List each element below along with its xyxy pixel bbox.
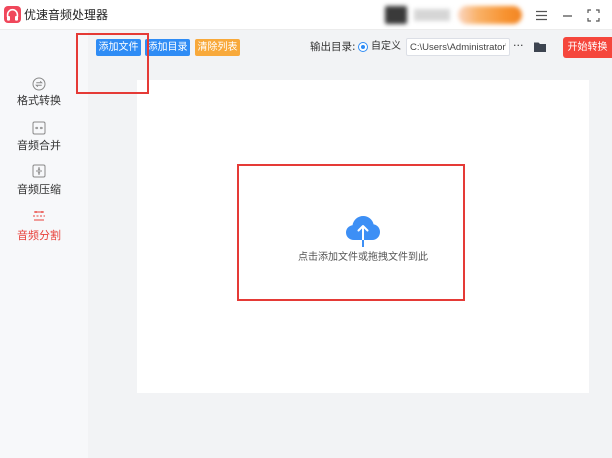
sidebar-item-label: 音频压缩 xyxy=(17,183,61,196)
sidebar-item-audio-split[interactable]: 音频分割 xyxy=(0,205,78,243)
folder-icon[interactable] xyxy=(533,41,547,53)
headphones-icon xyxy=(4,6,21,23)
sidebar-item-audio-merge[interactable]: 音频合并 xyxy=(0,118,78,156)
audio-compress-icon xyxy=(32,164,46,178)
annotation-highlight-drop-zone xyxy=(237,164,465,301)
app-title: 优速音频处理器 xyxy=(24,8,109,22)
format-convert-icon xyxy=(32,77,46,91)
sidebar-item-format-convert[interactable]: 格式转换 xyxy=(0,74,78,112)
more-button[interactable]: ··· xyxy=(513,39,524,53)
vip-badge[interactable] xyxy=(458,6,522,24)
user-name-blurred[interactable] xyxy=(414,9,450,21)
sidebar-item-label: 音频分割 xyxy=(17,229,61,242)
output-path-input[interactable] xyxy=(406,38,510,56)
title-bar: 优速音频处理器 xyxy=(0,0,612,30)
output-dir-label: 输出目录: xyxy=(310,41,356,53)
sidebar-item-audio-compress[interactable]: 音频压缩 xyxy=(0,161,78,199)
sidebar-item-label: 音频合并 xyxy=(17,139,61,152)
clear-list-button[interactable]: 清除列表 xyxy=(195,39,240,56)
user-avatar[interactable] xyxy=(385,6,407,24)
add-folder-button[interactable]: 添加目录 xyxy=(145,39,190,56)
output-mode-label[interactable]: 自定义 xyxy=(371,40,401,54)
audio-split-icon xyxy=(33,211,45,221)
menu-icon[interactable] xyxy=(535,9,548,22)
annotation-highlight-add-file xyxy=(76,33,149,94)
sidebar-item-label: 格式转换 xyxy=(17,94,61,107)
fullscreen-icon[interactable] xyxy=(587,9,600,22)
start-convert-button[interactable]: 开始转换 xyxy=(563,37,612,58)
radio-selected-dot xyxy=(361,45,365,49)
minimize-icon[interactable] xyxy=(561,9,574,22)
output-mode-radio[interactable] xyxy=(358,42,368,52)
audio-merge-icon xyxy=(32,121,46,135)
